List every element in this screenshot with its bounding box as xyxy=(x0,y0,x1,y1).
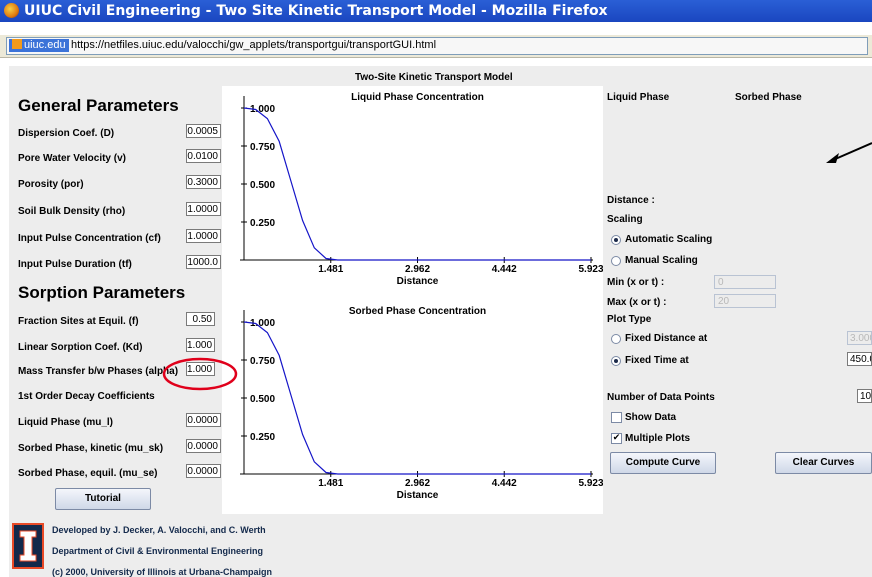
annotation-overlay xyxy=(162,142,872,391)
annotation-arrowhead xyxy=(826,153,839,163)
annotation-arrow xyxy=(832,142,872,161)
highlight-ellipse xyxy=(162,357,238,391)
